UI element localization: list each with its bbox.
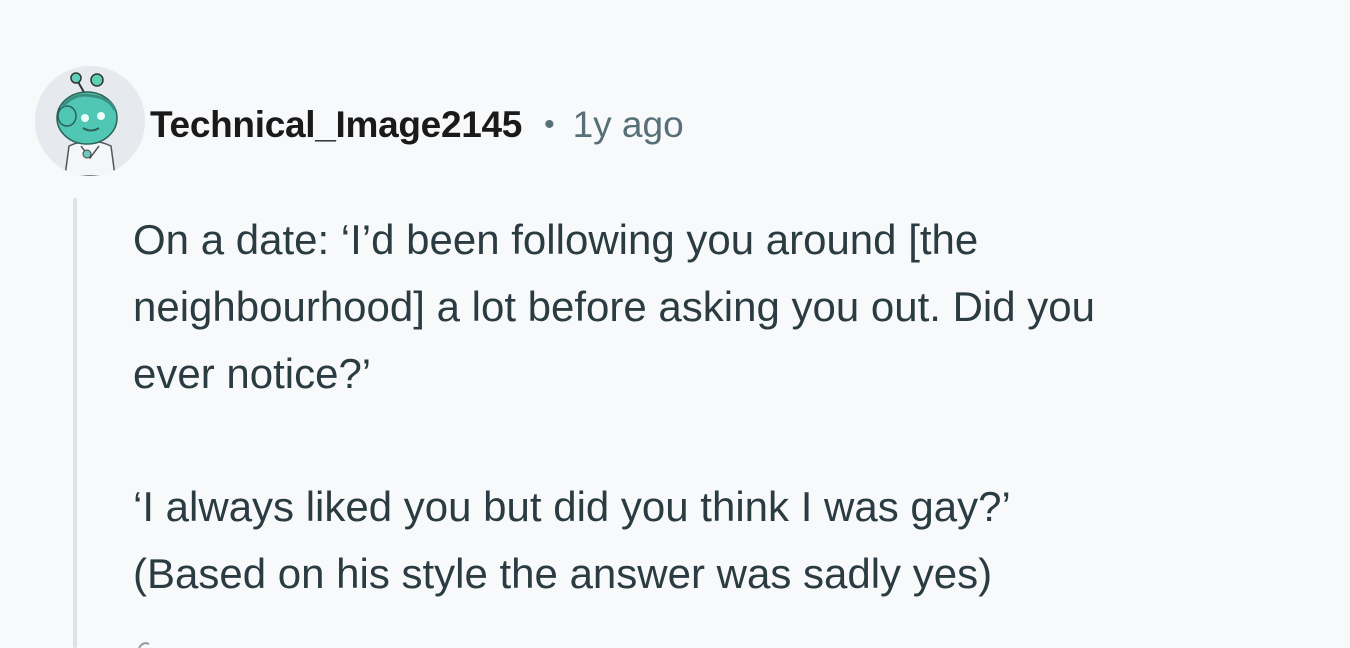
comment: Technical_Image2145 • 1y ago On a date: … bbox=[0, 0, 1350, 648]
author-username[interactable]: Technical_Image2145 bbox=[150, 104, 522, 146]
comment-line: On a date: ‘I’d been following you aroun… bbox=[133, 216, 979, 263]
comment-body: On a date: ‘I’d been following you aroun… bbox=[133, 206, 1333, 607]
comment-line: ever notice?’ bbox=[133, 350, 372, 397]
comment-line: neighbourhood] a lot before asking you o… bbox=[133, 283, 1096, 330]
user-avatar[interactable] bbox=[35, 66, 145, 176]
comment-paragraph-2: ‘I always liked you but did you think I … bbox=[133, 473, 1333, 607]
meta-separator: • bbox=[544, 108, 555, 141]
snoo-avatar-icon bbox=[35, 66, 145, 176]
comment-timestamp[interactable]: 1y ago bbox=[573, 104, 684, 146]
comment-meta: Technical_Image2145 • 1y ago bbox=[150, 98, 684, 152]
thread-line[interactable] bbox=[73, 198, 77, 648]
comment-paragraph-1: On a date: ‘I’d been following you aroun… bbox=[133, 206, 1333, 407]
comment-line: (Based on his style the answer was sadly… bbox=[133, 550, 993, 597]
comment-line: ‘I always liked you but did you think I … bbox=[133, 483, 1011, 530]
truncated-icon bbox=[138, 642, 150, 648]
